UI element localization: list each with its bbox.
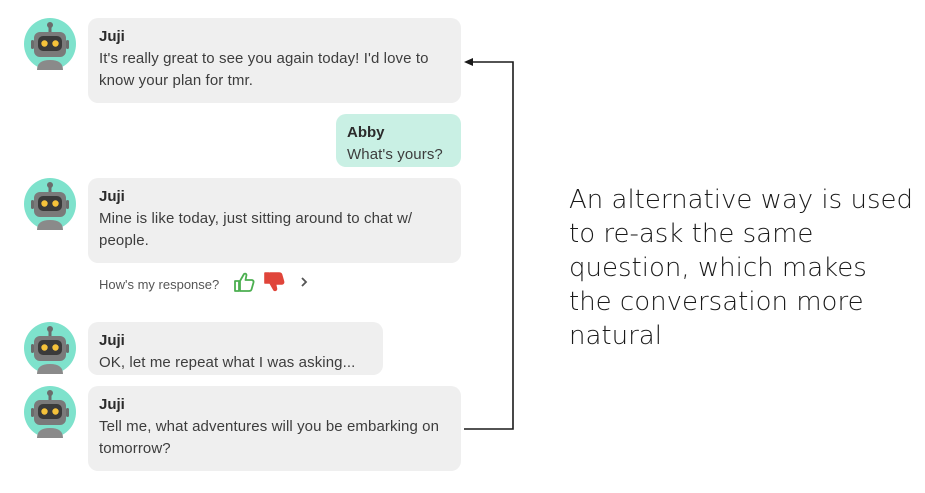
- annotation-text: An alternative way is used to re-ask the…: [569, 185, 913, 351]
